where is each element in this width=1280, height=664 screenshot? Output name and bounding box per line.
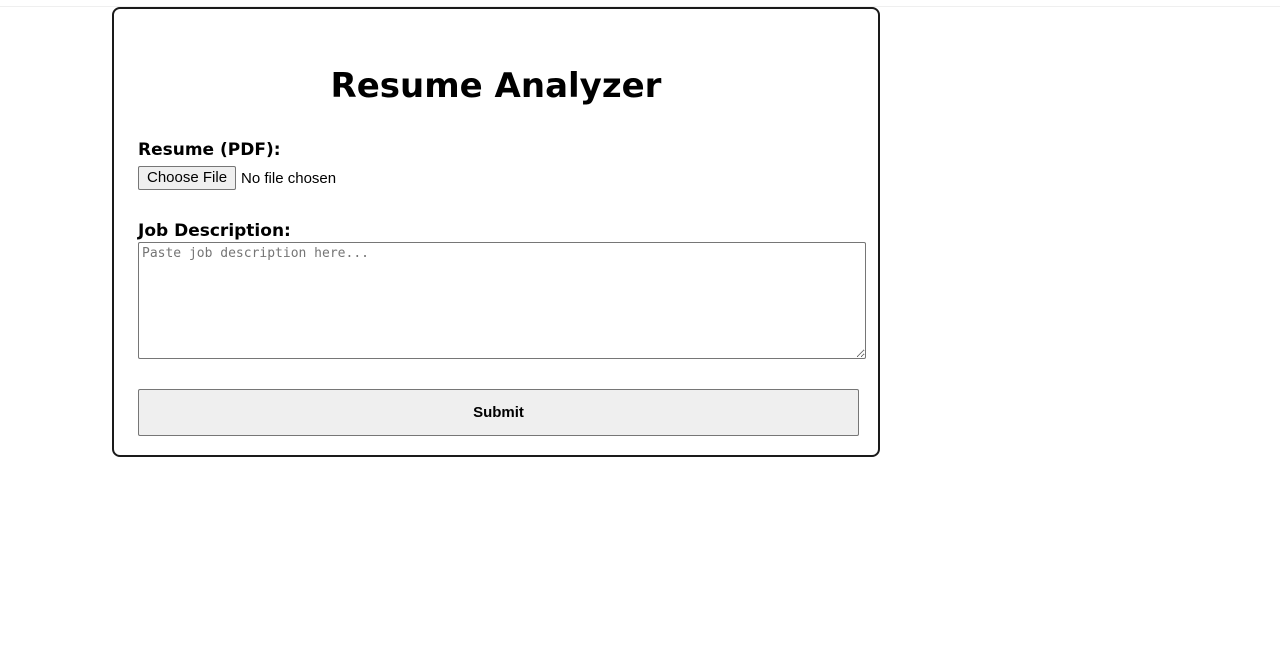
resume-file-input[interactable]: Choose File No file chosen	[138, 166, 336, 190]
resume-label: Resume (PDF):	[138, 140, 281, 160]
resume-analyzer-card: Resume Analyzer Resume (PDF): Choose Fil…	[112, 7, 880, 457]
job-description-textarea[interactable]	[138, 242, 866, 359]
page-title: Resume Analyzer	[330, 66, 662, 106]
choose-file-button[interactable]: Choose File	[138, 166, 237, 190]
file-status-text: No file chosen	[241, 169, 337, 187]
job-description-label: Job Description:	[138, 221, 291, 241]
submit-button[interactable]: Submit	[138, 389, 859, 436]
